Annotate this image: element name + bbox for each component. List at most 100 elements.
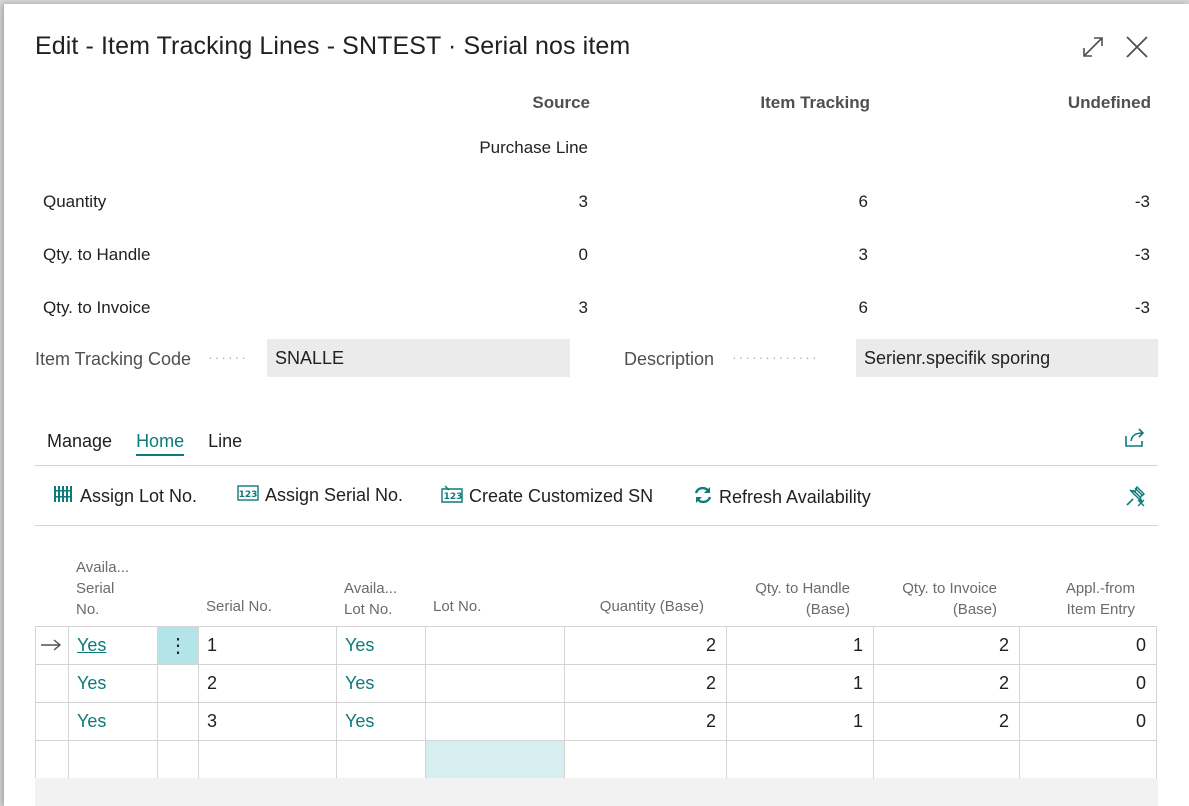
refresh-icon — [693, 485, 713, 510]
tab-line[interactable]: Line — [208, 431, 242, 456]
actions-divider — [35, 525, 1158, 526]
quantity-label: Quantity — [43, 192, 107, 211]
tab-manage[interactable]: Manage — [47, 431, 112, 456]
close-icon[interactable] — [1122, 32, 1152, 62]
col-lot-no[interactable]: Lot No. — [433, 596, 481, 617]
avail-serial-cell[interactable] — [68, 740, 158, 779]
description-field[interactable]: Serienr.specifik sporing — [856, 339, 1158, 377]
svg-text:123: 123 — [239, 490, 258, 500]
lot-no-cell[interactable] — [425, 626, 565, 665]
avail-serial-cell[interactable]: Yes — [68, 626, 158, 665]
col-quantity-base[interactable]: Quantity (Base) — [564, 596, 704, 617]
avail-lot-cell[interactable]: Yes — [336, 626, 426, 665]
svg-text:123: 123 — [444, 492, 463, 502]
tab-home[interactable]: Home — [136, 431, 185, 456]
row-indicator — [35, 740, 69, 779]
refresh-availability-label: Refresh Availability — [719, 487, 871, 507]
refresh-availability-button[interactable]: Refresh Availability — [693, 485, 871, 510]
item-tracking-header: Item Tracking — [760, 93, 870, 112]
tabs-divider — [35, 465, 1158, 466]
item-tracking-dialog: Edit - Item Tracking Lines - SNTEST · Se… — [4, 4, 1189, 806]
more-vertical-icon: ⋮ — [168, 635, 188, 657]
serial-no-cell[interactable]: 1 — [198, 626, 337, 665]
qty-invoice-label: Qty. to Invoice — [43, 298, 151, 317]
avail-lot-cell[interactable]: Yes — [336, 702, 426, 741]
col-avail-serial[interactable]: Availa... Serial No. — [76, 557, 129, 620]
quantity-tracking: 6 — [858, 192, 868, 211]
lot-no-cell[interactable] — [425, 664, 565, 703]
avail-serial-cell[interactable]: Yes — [68, 702, 158, 741]
expand-icon[interactable] — [1078, 32, 1108, 62]
qty-handle-cell[interactable]: 1 — [726, 626, 874, 665]
qty-handle-undefined: -3 — [1134, 245, 1150, 264]
avail-lot-cell[interactable]: Yes — [336, 664, 426, 703]
col-qty-handle[interactable]: Qty. to Handle (Base) — [710, 578, 850, 620]
dialog-title: Edit - Item Tracking Lines - SNTEST · Se… — [35, 32, 631, 60]
qty-invoice-undefined: -3 — [1134, 298, 1150, 317]
avail-lot-cell[interactable] — [336, 740, 426, 779]
create-customized-sn-button[interactable]: 123 Create Customized SN — [441, 485, 653, 508]
new-table-row[interactable] — [35, 740, 1157, 779]
col-serial-no[interactable]: Serial No. — [206, 596, 272, 617]
appl-from-cell[interactable]: 0 — [1019, 702, 1157, 741]
serial-no-cell[interactable]: 3 — [198, 702, 337, 741]
pin-icon[interactable] — [1124, 484, 1148, 513]
table-row[interactable]: Yes ⋮ 1 Yes 2 1 2 0 — [35, 626, 1157, 665]
qty-handle-cell[interactable]: 1 — [726, 664, 874, 703]
appl-from-cell[interactable]: 0 — [1019, 626, 1157, 665]
tracking-lines-table: Yes ⋮ 1 Yes 2 1 2 0 Yes 2 Yes 2 1 2 0 Ye… — [35, 626, 1157, 779]
tracking-code-leader: ······ — [208, 349, 248, 365]
assign-lot-button[interactable]: Assign Lot No. — [53, 485, 197, 508]
quantity-cell[interactable]: 2 — [564, 702, 727, 741]
row-menu-cell[interactable] — [157, 664, 199, 703]
quantity-cell[interactable]: 2 — [564, 664, 727, 703]
qty-handle-cell[interactable] — [726, 740, 874, 779]
lot-no-cell[interactable] — [425, 740, 565, 779]
quantity-undefined: -3 — [1134, 192, 1150, 211]
col-qty-invoice[interactable]: Qty. to Invoice (Base) — [857, 578, 997, 620]
serial-no-cell[interactable]: 2 — [198, 664, 337, 703]
table-row[interactable]: Yes 2 Yes 2 1 2 0 — [35, 664, 1157, 703]
undefined-header: Undefined — [1067, 93, 1151, 112]
number-box-icon: 123 — [237, 485, 259, 506]
action-tabs: Manage Home Line — [47, 431, 242, 456]
col-appl-from[interactable]: Appl.-from Item Entry — [1005, 578, 1135, 620]
row-menu-cell[interactable]: ⋮ — [157, 626, 199, 665]
number-edit-icon: 123 — [441, 485, 463, 508]
qty-invoice-tracking: 6 — [858, 298, 868, 317]
lot-no-cell[interactable] — [425, 702, 565, 741]
row-menu-cell[interactable] — [157, 702, 199, 741]
quantity-source: 3 — [578, 192, 588, 211]
qty-handle-label: Qty. to Handle — [43, 245, 151, 264]
tracking-code-field[interactable]: SNALLE — [267, 339, 570, 377]
appl-from-cell[interactable] — [1019, 740, 1157, 779]
appl-from-cell[interactable]: 0 — [1019, 664, 1157, 703]
row-indicator — [35, 664, 69, 703]
col-avail-lot[interactable]: Availa... Lot No. — [344, 578, 397, 620]
table-row[interactable]: Yes 3 Yes 2 1 2 0 — [35, 702, 1157, 741]
source-header: Source — [532, 93, 590, 112]
quantity-cell[interactable]: 2 — [564, 626, 727, 665]
qty-invoice-cell[interactable]: 2 — [873, 664, 1020, 703]
qty-invoice-cell[interactable]: 2 — [873, 626, 1020, 665]
assign-serial-label: Assign Serial No. — [265, 485, 404, 505]
quantity-cell[interactable] — [564, 740, 727, 779]
qty-handle-source: 0 — [578, 245, 588, 264]
qty-invoice-cell[interactable] — [873, 740, 1020, 779]
assign-serial-button[interactable]: 123 Assign Serial No. — [237, 485, 403, 506]
source-type: Purchase Line — [479, 138, 588, 157]
row-indicator — [35, 702, 69, 741]
arrow-right-icon — [40, 635, 62, 655]
grid-footer — [35, 778, 1158, 806]
serial-no-cell[interactable] — [198, 740, 337, 779]
row-menu-cell[interactable] — [157, 740, 199, 779]
grid-icon — [53, 485, 74, 508]
description-label: Description — [624, 349, 715, 369]
avail-serial-cell[interactable]: Yes — [68, 664, 158, 703]
tracking-code-label: Item Tracking Code — [35, 349, 192, 369]
assign-lot-label: Assign Lot No. — [80, 486, 198, 506]
qty-invoice-cell[interactable]: 2 — [873, 702, 1020, 741]
qty-handle-tracking: 3 — [858, 245, 868, 264]
share-icon[interactable] — [1123, 427, 1147, 454]
qty-handle-cell[interactable]: 1 — [726, 702, 874, 741]
